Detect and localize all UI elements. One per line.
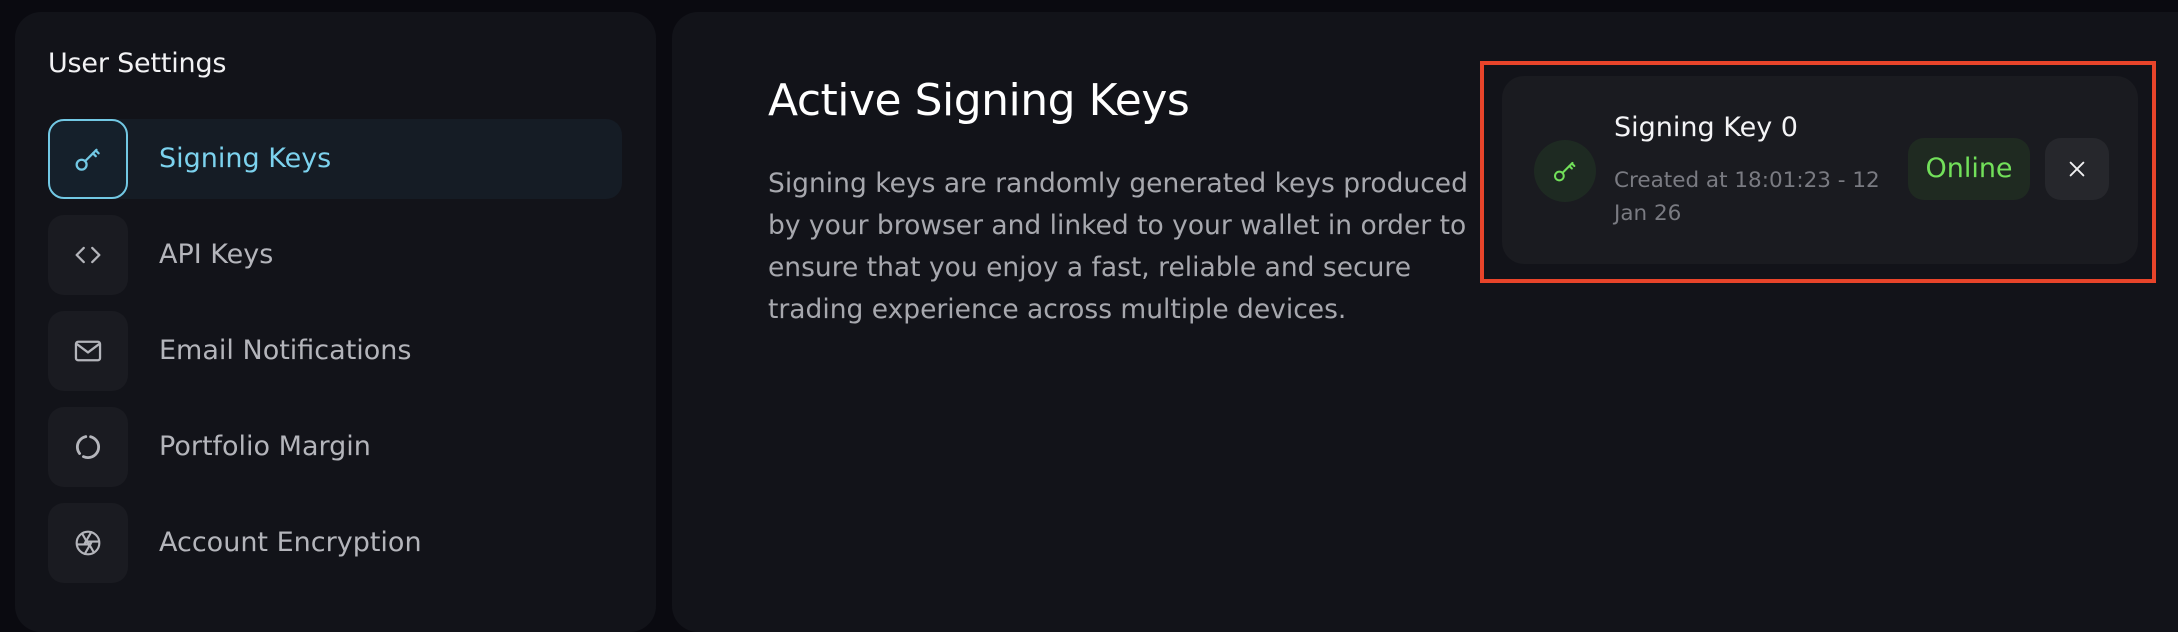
signing-key-created: Created at 18:01:23 - 12 Jan 26 [1614, 168, 1880, 226]
sidebar-item-label: Account Encryption [159, 527, 422, 558]
page-title: Active Signing Keys [768, 75, 1190, 126]
close-icon [2069, 161, 2085, 177]
sidebar-item-email-notifications[interactable]: Email Notifications [48, 311, 622, 391]
sidebar-item-signing-keys[interactable]: Signing Keys [48, 119, 622, 199]
page-description: Signing keys are randomly generated keys… [768, 168, 1468, 325]
sidebar-item-portfolio-margin[interactable]: Portfolio Margin [48, 407, 622, 487]
sidebar-item-label: Portfolio Margin [159, 431, 371, 462]
mail-icon [48, 311, 128, 391]
key-icon [48, 119, 128, 199]
sidebar-item-label: Signing Keys [159, 143, 332, 174]
aperture-icon [48, 503, 128, 583]
sidebar-item-api-keys[interactable]: API Keys [48, 215, 622, 295]
circle-dashed-icon [48, 407, 128, 487]
sidebar-item-label: API Keys [159, 239, 274, 270]
sidebar-item-label: Email Notifications [159, 335, 412, 366]
key-icon [1534, 140, 1596, 202]
sidebar-item-account-encryption[interactable]: Account Encryption [48, 503, 622, 583]
signing-key-card: Signing Key 0 Created at 18:01:23 - 12 J… [1502, 76, 2138, 264]
signing-key-name: Signing Key 0 [1614, 112, 1798, 143]
revoke-key-button[interactable] [2045, 138, 2109, 200]
settings-sidebar: User Settings Signing Keys API Keys Emai… [15, 12, 656, 632]
code-icon [48, 215, 128, 295]
sidebar-title: User Settings [48, 48, 227, 79]
status-badge: Online [1908, 138, 2030, 200]
